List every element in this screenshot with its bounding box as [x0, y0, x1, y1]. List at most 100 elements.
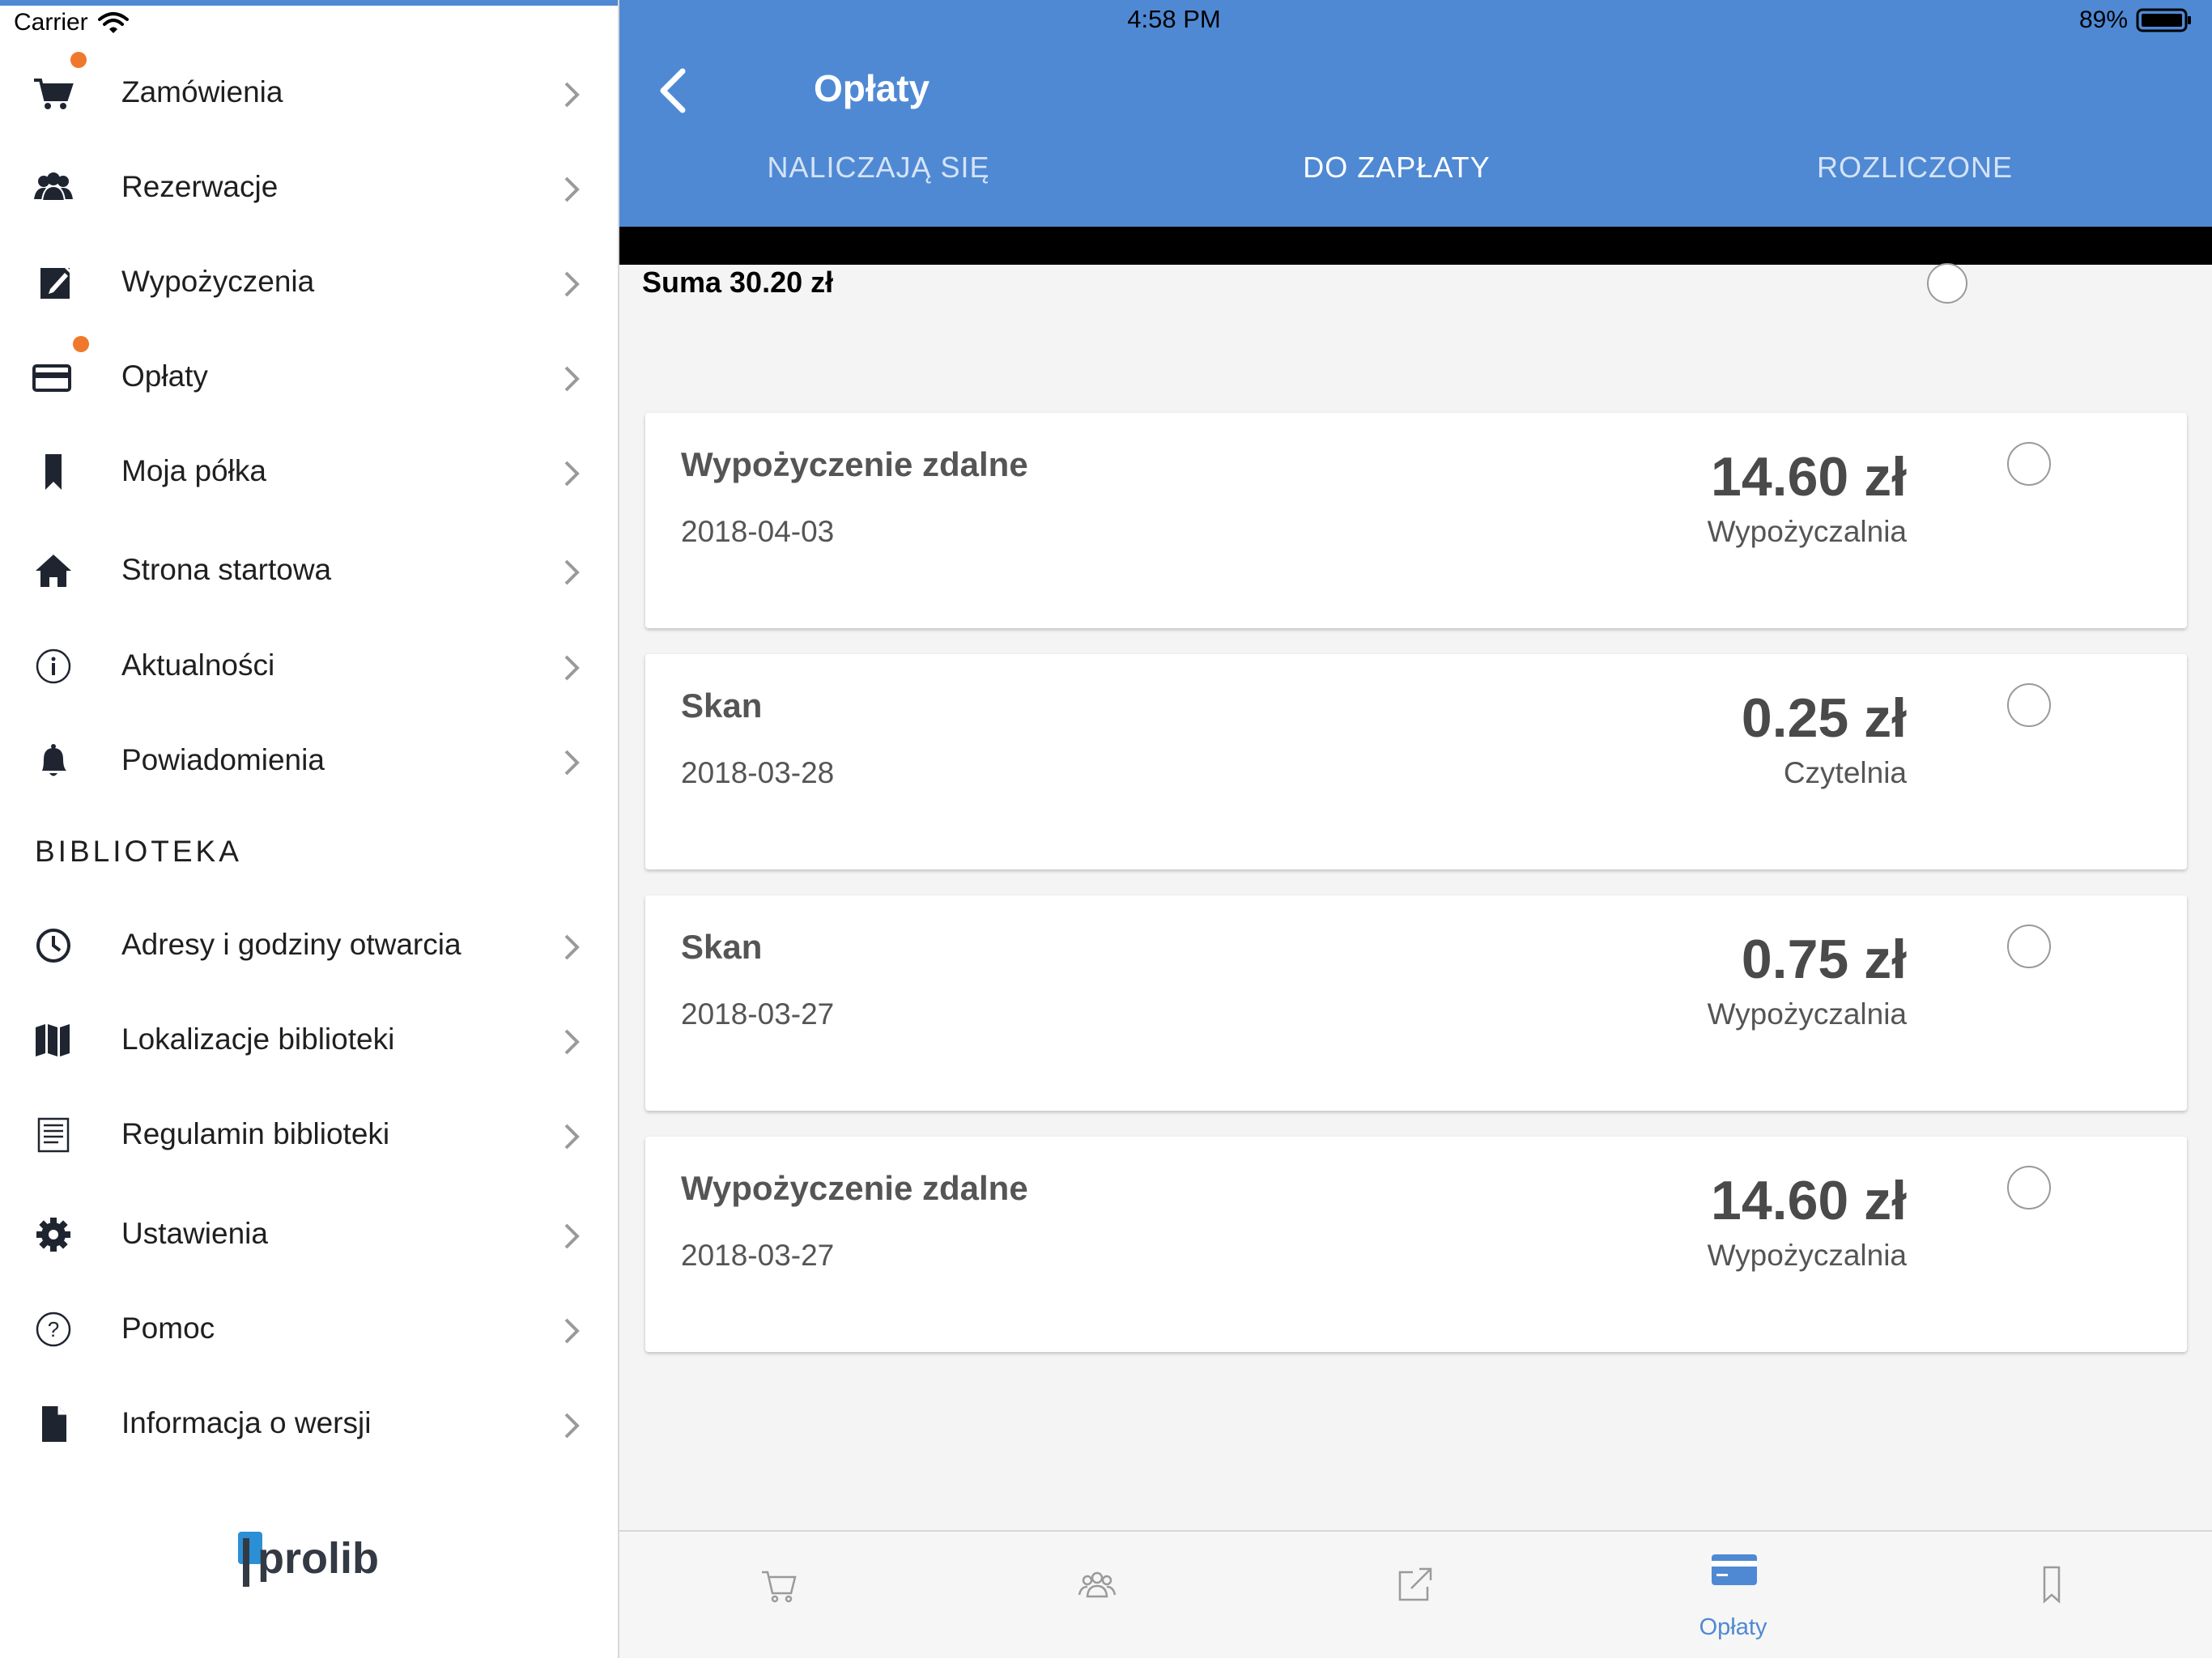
fee-card[interactable]: Skan 2018-03-28 0.25 zł Czytelnia — [645, 654, 2187, 869]
gear-icon — [36, 1218, 70, 1252]
chevron-right-icon — [564, 366, 580, 392]
fee-amount: 14.60 zł — [1711, 446, 1907, 508]
chevron-right-icon — [564, 1223, 580, 1249]
document-list-icon — [37, 1117, 70, 1153]
sidebar-item-powiadomienia[interactable]: Powiadomienia — [0, 712, 618, 807]
sidebar-item-label: Rezerwacje — [121, 170, 279, 203]
sidebar-item-adresy[interactable]: Adresy i godziny otwarcia — [0, 897, 618, 992]
sidebar-item-informacja-o-wersji[interactable]: Informacja o wersji — [0, 1375, 618, 1470]
fee-place: Wypożyczalnia — [1707, 515, 1907, 548]
tabbar-item-orders[interactable] — [619, 1532, 938, 1658]
chevron-right-icon — [564, 1124, 580, 1150]
tab-indicator-bar — [619, 227, 2212, 265]
cart-icon — [34, 79, 74, 109]
fee-amount: 0.25 zł — [1741, 687, 1907, 749]
fee-title: Skan — [681, 687, 763, 725]
tabbar-item-shelf[interactable] — [1892, 1532, 2210, 1658]
sidebar-item-label: Informacja o wersji — [121, 1406, 372, 1439]
chevron-right-icon — [564, 1029, 580, 1055]
battery-icon — [2136, 8, 2191, 32]
svg-text:?: ? — [48, 1317, 59, 1341]
tabbar-item-reservations[interactable] — [938, 1532, 1256, 1658]
fee-card[interactable]: Wypożyczenie zdalne 2018-04-03 14.60 zł … — [645, 413, 2187, 628]
sidebar-top-strip — [0, 0, 618, 6]
notification-badge — [70, 52, 87, 68]
sidebar-item-zamowienia[interactable]: Zamówienia — [0, 45, 618, 139]
chevron-right-icon — [564, 655, 580, 681]
fee-select-radio[interactable] — [2007, 1166, 2051, 1209]
section-header-biblioteka: BIBLIOTEKA — [35, 835, 242, 868]
tab-naliczaja-sie[interactable]: NALICZAJĄ SIĘ — [619, 151, 1138, 185]
navigation-bar: 4:58 PM 89% Opłaty NALICZAJĄ SIĘ DO ZAPŁ… — [619, 0, 2212, 227]
fee-card[interactable]: Wypożyczenie zdalne 2018-03-27 14.60 zł … — [645, 1137, 2187, 1352]
fee-date: 2018-04-03 — [681, 515, 835, 548]
sidebar-item-ustawienia[interactable]: Ustawienia — [0, 1186, 618, 1281]
sidebar-item-label: Powiadomienia — [121, 743, 325, 776]
status-bar-left: Carrier — [14, 6, 129, 39]
tabbar-item-loans[interactable] — [1256, 1532, 1574, 1658]
sidebar-item-label: Moja półka — [121, 454, 266, 487]
back-chevron-icon[interactable] — [652, 65, 700, 117]
total-sum: Suma 30.20 zł — [642, 266, 834, 299]
page-title: Opłaty — [814, 67, 930, 109]
sidebar-item-wypozyczenia[interactable]: Wypożyczenia — [0, 234, 618, 329]
sidebar-item-label: Strona startowa — [121, 553, 332, 586]
external-link-icon — [1398, 1567, 1432, 1601]
main-content: 4:58 PM 89% Opłaty NALICZAJĄ SIĘ DO ZAPŁ… — [619, 0, 2212, 1658]
sidebar-item-regulamin[interactable]: Regulamin biblioteki — [0, 1086, 618, 1181]
fee-place: Wypożyczalnia — [1707, 1239, 1907, 1272]
select-all-radio[interactable] — [1927, 263, 1967, 304]
sidebar-item-aktualnosci[interactable]: Aktualności — [0, 618, 618, 712]
chevron-right-icon — [564, 934, 580, 960]
sidebar-item-pomoc[interactable]: ? Pomoc — [0, 1281, 618, 1375]
sidebar-item-label: Zamówienia — [121, 75, 283, 108]
edit-icon — [40, 265, 73, 299]
home-icon — [36, 555, 71, 587]
logo-text: prolib — [257, 1534, 379, 1583]
battery-percent: 89% — [2078, 6, 2128, 33]
sidebar-item-label: Adresy i godziny otwarcia — [121, 928, 462, 961]
chevron-right-icon — [564, 1413, 580, 1439]
file-icon — [42, 1406, 66, 1442]
status-battery: 89% — [2079, 6, 2193, 34]
cart-icon — [762, 1571, 797, 1603]
status-time: 4:58 PM — [1127, 5, 1221, 33]
fee-amount: 0.75 zł — [1741, 929, 1907, 990]
sidebar-item-strona-startowa[interactable]: Strona startowa — [0, 522, 618, 617]
carrier-label: Carrier — [14, 9, 88, 36]
sidebar-item-label: Pomoc — [121, 1312, 215, 1345]
tab-rozliczone[interactable]: ROZLICZONE — [1656, 151, 2174, 185]
info-icon — [36, 648, 71, 684]
fee-title: Wypożyczenie zdalne — [681, 1169, 1028, 1207]
chevron-right-icon — [564, 750, 580, 776]
map-icon — [36, 1024, 70, 1056]
fee-select-radio[interactable] — [2007, 925, 2051, 968]
clock-icon — [36, 929, 70, 963]
sidebar: Carrier Zamówienia Rezerwacje Wypożyczen… — [0, 0, 619, 1658]
sidebar-item-label: Aktualności — [121, 648, 275, 682]
help-icon: ? — [36, 1312, 71, 1347]
sidebar-item-lokalizacje[interactable]: Lokalizacje biblioteki — [0, 992, 618, 1086]
fee-title: Skan — [681, 928, 763, 966]
people-icon — [1078, 1571, 1117, 1598]
fee-select-radio[interactable] — [2007, 683, 2051, 727]
people-icon — [34, 172, 73, 202]
prolib-logo: prolib — [235, 1528, 389, 1592]
fee-date: 2018-03-27 — [681, 1239, 835, 1272]
fee-card[interactable]: Skan 2018-03-27 0.75 zł Wypożyczalnia — [645, 895, 2187, 1111]
tabbar-item-fees[interactable]: Opłaty — [1574, 1532, 1892, 1658]
sidebar-item-label: Ustawienia — [121, 1217, 268, 1250]
tab-do-zaplaty[interactable]: DO ZAPŁATY — [1138, 151, 1656, 185]
sidebar-item-oplaty[interactable]: Opłaty — [0, 329, 618, 423]
wifi-icon — [97, 12, 129, 33]
sidebar-item-label: Regulamin biblioteki — [121, 1117, 390, 1150]
fee-select-radio[interactable] — [2007, 442, 2051, 486]
chevron-right-icon — [564, 461, 580, 487]
bookmark-icon — [45, 454, 62, 490]
bell-icon — [42, 744, 66, 776]
fee-title: Wypożyczenie zdalne — [681, 445, 1028, 483]
sidebar-item-moja-polka[interactable]: Moja półka — [0, 423, 618, 518]
sidebar-item-label: Opłaty — [121, 359, 208, 393]
fee-place: Czytelnia — [1783, 756, 1907, 789]
sidebar-item-rezerwacje[interactable]: Rezerwacje — [0, 139, 618, 234]
